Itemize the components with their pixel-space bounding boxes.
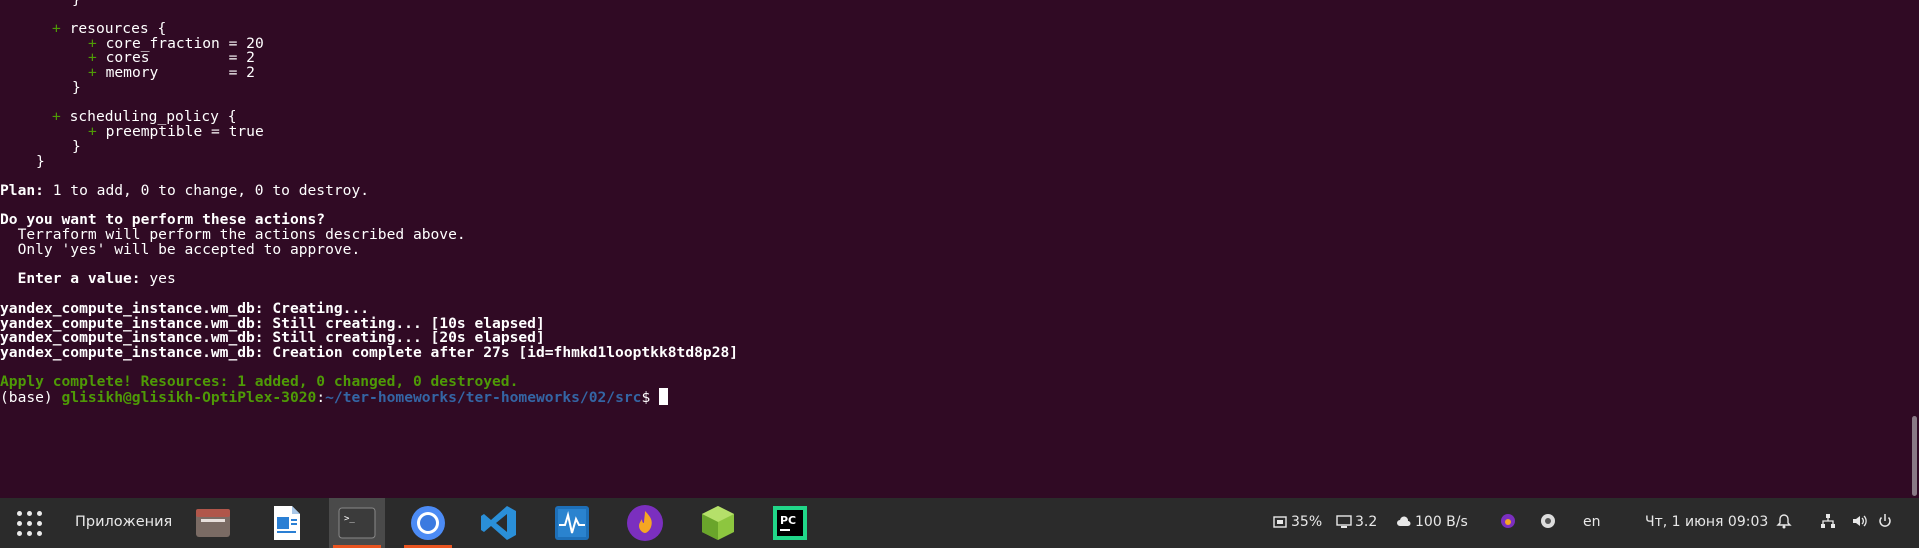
network-icon[interactable] (1820, 513, 1839, 530)
apps-grid-icon[interactable] (17, 511, 43, 537)
shell-prompt[interactable]: (base) glisikh@glisikh-OptiPlex-3020:~/t… (0, 388, 669, 406)
terminal-line: Only 'yes' will be accepted to approve. (0, 241, 361, 258)
writer-icon[interactable] (258, 498, 314, 548)
cpu-icon (1273, 516, 1287, 528)
cloud-upload-icon (1397, 516, 1411, 526)
chromium-icon[interactable] (400, 498, 456, 548)
cpu-indicator[interactable]: 35% (1272, 514, 1322, 530)
applications-menu[interactable]: Приложения (75, 514, 172, 530)
files-icon[interactable] (185, 498, 241, 548)
power-icon[interactable] (1877, 513, 1896, 530)
terminal-scrollbar[interactable] (1909, 0, 1919, 498)
terminal-line: yandex_compute_instance.wm_db: Creation … (0, 344, 739, 361)
terminal-cursor (659, 388, 669, 405)
terminal-line: } (72, 79, 81, 96)
flameshot-icon[interactable] (617, 498, 673, 548)
scrollbar-thumb[interactable] (1912, 416, 1917, 496)
pycharm-icon[interactable]: PC (762, 498, 818, 548)
terminal-line: } (36, 153, 45, 170)
taskbar: Приложения >_ PC 35% 3.2 100 B/s en Чт, … (0, 498, 1919, 548)
plan-summary: Plan: 1 to add, 0 to change, 0 to destro… (0, 182, 370, 199)
network-speed-indicator[interactable]: 100 B/s (1396, 514, 1468, 530)
box-icon[interactable] (690, 498, 746, 548)
clock[interactable]: Чт, 1 июня 09:03 (1645, 514, 1768, 530)
notification-bell-icon[interactable] (1776, 513, 1795, 530)
enter-value-line: Enter a value: yes (0, 270, 176, 287)
system-monitor-icon[interactable] (544, 498, 600, 548)
volume-icon[interactable] (1851, 513, 1870, 530)
svg-text:PC: PC (780, 514, 796, 527)
monitor-icon (1336, 515, 1352, 528)
flameshot-tray-icon[interactable] (1500, 513, 1519, 530)
terminal-icon[interactable]: >_ (329, 498, 385, 548)
svg-text:>_: >_ (344, 514, 355, 524)
load-indicator[interactable]: 3.2 (1336, 514, 1377, 530)
terminal-line: } (0, 0, 81, 9)
terminal-window[interactable]: } + resources { + core_fraction = 20 + c… (0, 0, 1909, 498)
vscode-icon[interactable] (471, 498, 527, 548)
record-icon[interactable] (1540, 513, 1559, 530)
keyboard-layout[interactable]: en (1583, 514, 1601, 530)
